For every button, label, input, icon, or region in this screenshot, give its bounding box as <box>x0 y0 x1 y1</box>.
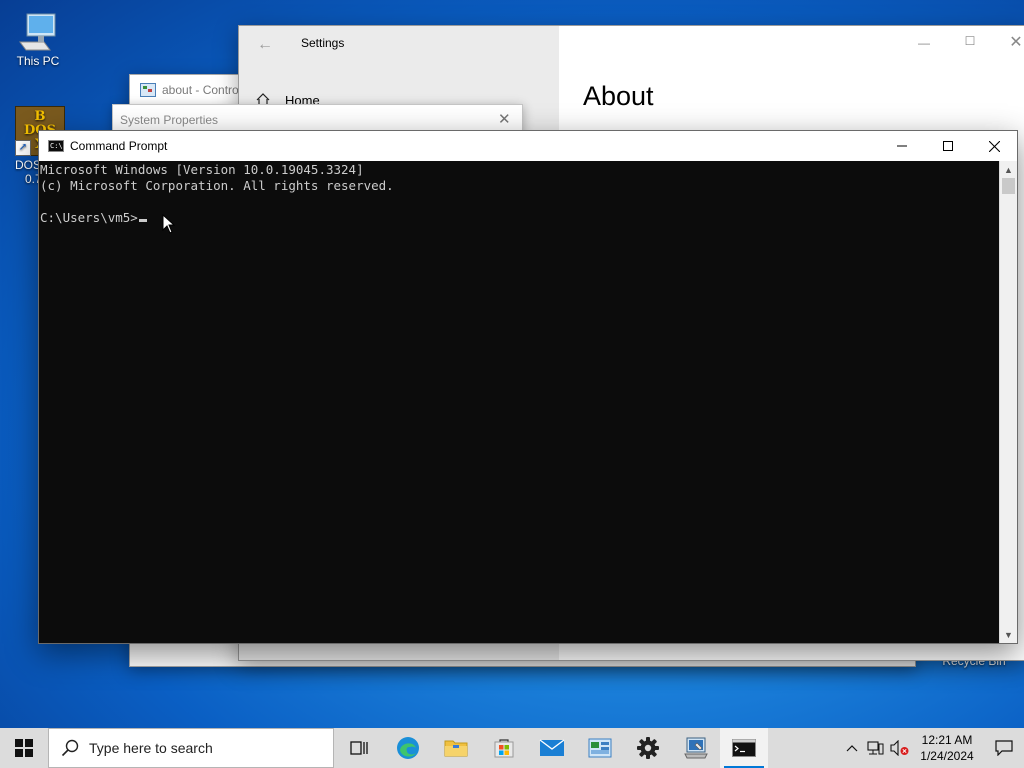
taskbar-file-explorer[interactable] <box>432 728 480 768</box>
settings-gear-icon <box>637 737 659 759</box>
this-pc-icon <box>18 12 58 52</box>
back-arrow-icon[interactable]: ← <box>257 36 273 54</box>
cmd-close-button[interactable] <box>971 131 1017 161</box>
file-explorer-icon <box>444 740 468 757</box>
scroll-up-arrow-icon[interactable]: ▲ <box>1000 161 1017 178</box>
network-icon[interactable] <box>864 728 888 768</box>
system-properties-title: System Properties <box>120 113 219 127</box>
taskbar: Type here to search 12:21 AM 1/24/2024 <box>0 728 1024 768</box>
console-line: (c) Microsoft Corporation. All rights re… <box>40 178 394 193</box>
system-tray: 12:21 AM 1/24/2024 <box>840 728 1024 768</box>
taskbar-settings[interactable] <box>624 728 672 768</box>
settings-minimize-button[interactable]: — <box>909 36 939 50</box>
search-icon <box>61 739 79 757</box>
taskbar-mail[interactable] <box>528 728 576 768</box>
cmd-maximize-button[interactable] <box>925 131 971 161</box>
start-button[interactable] <box>0 728 48 768</box>
maximize-icon <box>943 141 953 151</box>
command-prompt-icon: C:\ <box>48 140 64 152</box>
page-title: About <box>583 81 654 111</box>
mouse-pointer-icon <box>162 213 176 237</box>
clock-time: 12:21 AM <box>921 733 973 747</box>
notifications-button[interactable] <box>984 728 1024 768</box>
scroll-down-arrow-icon[interactable]: ▼ <box>1000 626 1017 643</box>
cmd-titlebar[interactable]: C:\ Command Prompt <box>39 131 1017 161</box>
taskbar-command-prompt[interactable] <box>720 728 768 768</box>
close-icon <box>988 140 1000 152</box>
show-hidden-icons-chevron-up-icon[interactable] <box>840 728 864 768</box>
minimize-icon <box>897 145 907 147</box>
text-cursor <box>138 219 147 222</box>
desktop-icon-label: This PC <box>16 54 60 68</box>
cmd-vertical-scrollbar[interactable]: ▲ ▼ <box>999 161 1017 643</box>
windows-logo-icon <box>15 739 33 757</box>
taskbar-control-panel[interactable] <box>576 728 624 768</box>
command-prompt-icon <box>732 739 756 757</box>
task-view-icon <box>350 741 368 755</box>
shortcut-arrow-icon: ↗ <box>15 140 31 156</box>
clock-date: 1/24/2024 <box>920 749 974 763</box>
volume-muted-icon[interactable] <box>888 728 912 768</box>
scroll-thumb[interactable] <box>1002 178 1015 194</box>
cmd-title: Command Prompt <box>70 139 168 153</box>
settings-maximize-button[interactable]: ☐ <box>955 34 985 48</box>
control-panel-title: about - Contro <box>162 83 239 97</box>
taskbar-store[interactable] <box>480 728 528 768</box>
control-panel-icon <box>588 738 612 758</box>
taskbar-system-properties[interactable] <box>672 728 720 768</box>
system-properties-icon <box>684 737 708 759</box>
control-panel-icon <box>140 83 156 97</box>
mail-icon <box>539 739 565 756</box>
command-prompt-window[interactable]: C:\ Command Prompt Microsoft Windows [Ve… <box>38 130 1018 644</box>
console-prompt: C:\Users\vm5> <box>40 210 138 225</box>
taskbar-clock[interactable]: 12:21 AM 1/24/2024 <box>912 732 982 764</box>
console-prompt-line[interactable]: C:\Users\vm5> <box>40 210 1000 226</box>
cmd-minimize-button[interactable] <box>879 131 925 161</box>
settings-close-button[interactable]: ✕ <box>1001 32 1024 51</box>
settings-title: Settings <box>301 36 345 50</box>
taskbar-edge[interactable] <box>384 728 432 768</box>
search-placeholder: Type here to search <box>89 740 213 756</box>
console-output[interactable]: Microsoft Windows [Version 10.0.19045.33… <box>39 161 1000 643</box>
desktop-icon-this-pc[interactable]: This PC <box>2 12 74 68</box>
action-center-icon <box>995 740 1013 756</box>
console-line: Microsoft Windows [Version 10.0.19045.33… <box>40 162 364 177</box>
system-properties-close-button[interactable]: ✕ <box>498 110 511 128</box>
taskbar-task-view[interactable] <box>336 728 384 768</box>
taskbar-search-box[interactable]: Type here to search <box>48 728 334 768</box>
edge-icon <box>397 737 419 759</box>
store-icon <box>494 739 514 758</box>
